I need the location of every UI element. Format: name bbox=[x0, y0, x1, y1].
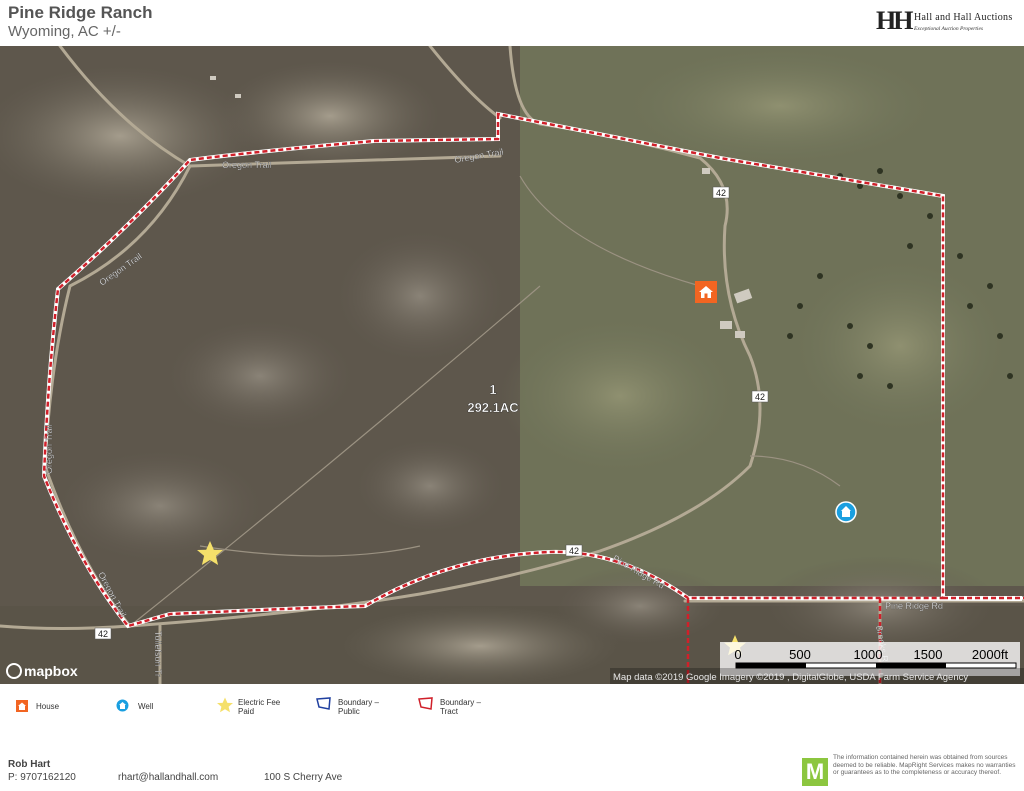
road-label-oregon-trail: Oregon Trail bbox=[44, 424, 54, 474]
route-42-shield: 42 bbox=[569, 546, 579, 556]
map-canvas[interactable]: 1 292.1AC Oregon Trail Oregon Trail Oreg… bbox=[0, 46, 1024, 684]
terrain-patch bbox=[790, 256, 1010, 436]
legend-boundary-tract-label: Boundary – Tract bbox=[440, 698, 481, 716]
well-marker[interactable] bbox=[835, 501, 857, 523]
mapbox-logo-text: mapbox bbox=[24, 663, 78, 679]
scale-label: 0 bbox=[734, 647, 741, 662]
tract-number: 1 bbox=[489, 382, 496, 397]
legend-house bbox=[16, 699, 28, 717]
map-legend: House Well Electric Fee Paid Boundary – … bbox=[0, 690, 1024, 730]
route-42-shield: 42 bbox=[98, 629, 108, 639]
legend-electric-fee-label: Electric Fee Paid bbox=[238, 698, 281, 716]
scale-label: 1000 bbox=[854, 647, 883, 662]
legend-boundary-public-label: Boundary – Public bbox=[338, 698, 379, 716]
house-icon bbox=[16, 700, 28, 712]
boundary-tract-icon bbox=[418, 697, 433, 710]
hh-monogram: HH bbox=[876, 6, 913, 35]
tract-acres: 292.1AC bbox=[467, 400, 519, 415]
satellite-map[interactable]: 1 292.1AC Oregon Trail Oregon Trail Oreg… bbox=[0, 46, 1024, 684]
road-label-pine-ridge-rd: Pine Ridge Rd bbox=[885, 601, 943, 611]
road-label-oregon-trail: Oregon Trail bbox=[222, 160, 272, 170]
scale-label: 1500 bbox=[914, 647, 943, 662]
route-42-shield: 42 bbox=[755, 392, 765, 402]
terrain-patch bbox=[50, 446, 270, 566]
header: Pine Ridge Ranch Wyoming, AC +/- HH Hall… bbox=[0, 0, 1024, 46]
page-subtitle: Wyoming, AC +/- bbox=[8, 23, 121, 40]
logo-name: Hall and Hall Auctions bbox=[914, 12, 1013, 23]
boundary-public-icon bbox=[316, 697, 331, 710]
road-label-tollefson: Tollefson Tr bbox=[153, 631, 163, 677]
scale-label: 500 bbox=[789, 647, 811, 662]
terrain-patch bbox=[160, 316, 360, 436]
scale-label: 2000ft bbox=[972, 647, 1009, 662]
legend-house-label: House bbox=[36, 702, 60, 711]
legend-well bbox=[116, 699, 129, 717]
legend-star bbox=[216, 696, 234, 719]
legend-boundary-tract bbox=[418, 697, 434, 716]
star-icon bbox=[217, 697, 233, 713]
legend-boundary-public bbox=[316, 697, 332, 716]
hall-and-hall-logo: HH Hall and Hall Auctions Exceptional Au… bbox=[876, 6, 1016, 38]
footer: Rob Hart P: 9707162120 rhart@hallandhall… bbox=[0, 754, 1024, 791]
agent-address: 100 S Cherry Ave bbox=[264, 772, 343, 783]
disclaimer: The information contained herein was obt… bbox=[833, 754, 1016, 776]
terrain-patch bbox=[500, 316, 740, 476]
agent-phone[interactable]: P: 9707162120 bbox=[8, 772, 76, 783]
agent-name: Rob Hart bbox=[8, 759, 51, 770]
agent-email[interactable]: rhart@hallandhall.com bbox=[118, 772, 218, 783]
logo-tagline: Exceptional Auction Properties bbox=[914, 26, 984, 32]
route-42-shield: 42 bbox=[716, 188, 726, 198]
page-title: Pine Ridge Ranch bbox=[8, 3, 153, 22]
mapright-logo: M bbox=[802, 758, 828, 786]
legend-well-label: Well bbox=[138, 702, 154, 711]
house-marker[interactable] bbox=[695, 281, 717, 303]
terrain-patch bbox=[350, 436, 510, 536]
terrain-patch bbox=[330, 226, 510, 366]
well-icon bbox=[116, 699, 129, 712]
map-attribution[interactable]: Map data ©2019 Google Imagery ©2019 , Di… bbox=[613, 672, 968, 683]
